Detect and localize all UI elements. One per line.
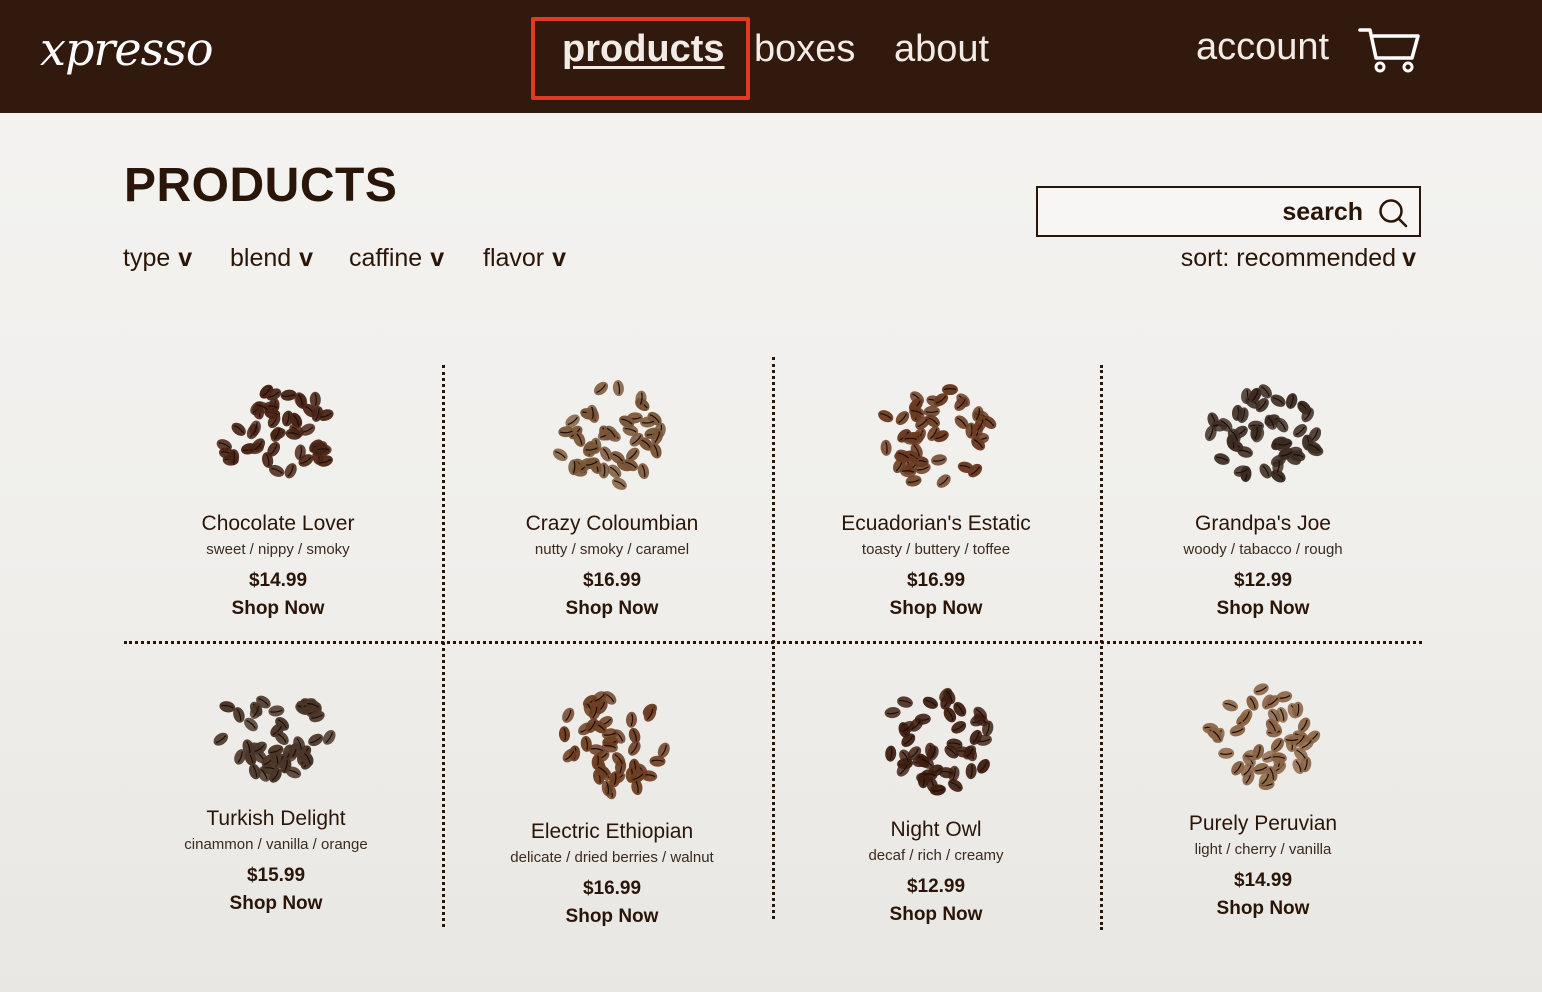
product-price: $16.99 <box>582 878 642 899</box>
product-price: $15.99 <box>246 865 306 886</box>
product-name: Turkish Delight <box>206 807 346 830</box>
product-flavor-notes: woody / tabacco / rough <box>1183 541 1343 558</box>
product-name: Grandpa's Joe <box>1195 512 1331 535</box>
product-card[interactable]: Purely Peruvian light / cherry / vanilla $… <box>1103 670 1423 920</box>
filter-caffine-dropdown[interactable]: caffine v <box>349 244 444 273</box>
coffee-beans-image[interactable] <box>1188 370 1338 502</box>
nav-link-account[interactable]: account <box>1196 26 1329 69</box>
product-name: Chocolate Lover <box>201 512 355 535</box>
product-price: $16.99 <box>582 570 642 591</box>
nav-link-boxes[interactable]: boxes <box>754 28 855 71</box>
sort-label: sort: recommended <box>1180 244 1397 272</box>
product-price: $14.99 <box>248 570 308 591</box>
grid-divider-vertical <box>442 365 445 927</box>
product-flavor-notes: delicate / dried berries / walnut <box>510 849 714 866</box>
product-flavor-notes: sweet / nippy / smoky <box>206 541 350 558</box>
nav-link-about[interactable]: about <box>894 28 989 71</box>
shop-now-button[interactable]: Shop Now <box>452 598 772 620</box>
chevron-down-icon: v <box>552 244 567 272</box>
product-card[interactable]: Night Owl decaf / rich / creamy $12.99 Shop… <box>776 676 1096 926</box>
grid-divider-horizontal <box>124 641 1422 644</box>
product-price: $16.99 <box>906 570 966 591</box>
filter-type-label: type <box>123 244 171 272</box>
product-card[interactable]: Electric Ethiopian delicate / dried berri… <box>452 678 772 928</box>
chevron-down-icon: v <box>178 244 193 272</box>
filter-blend-dropdown[interactable]: blend v <box>230 244 313 273</box>
product-flavor-notes: light / cherry / vanilla <box>1194 841 1332 858</box>
product-flavor-notes: toasty / buttery / toffee <box>861 541 1011 558</box>
coffee-beans-image[interactable] <box>861 370 1011 502</box>
shop-now-button[interactable]: Shop Now <box>776 904 1096 926</box>
product-flavor-notes: cinammon / vanilla / orange <box>184 836 368 853</box>
chevron-down-icon: v <box>430 244 445 272</box>
filter-flavor-label: flavor <box>483 244 545 272</box>
coffee-beans-image[interactable] <box>203 370 353 502</box>
search-label: search <box>1282 198 1363 226</box>
coffee-beans-image[interactable] <box>201 665 351 797</box>
chevron-down-icon: v <box>299 244 314 272</box>
coffee-beans-image[interactable] <box>861 676 1011 808</box>
nav-link-products[interactable]: products <box>562 28 725 71</box>
product-price: $12.99 <box>1233 570 1293 591</box>
coffee-beans-image[interactable] <box>1188 670 1338 802</box>
shop-now-button[interactable]: Shop Now <box>1103 898 1423 920</box>
shop-now-button[interactable]: Shop Now <box>452 906 772 928</box>
product-name: Purely Peruvian <box>1188 812 1338 835</box>
product-price: $12.99 <box>906 876 966 897</box>
filter-flavor-dropdown[interactable]: flavor v <box>483 244 566 273</box>
coffee-beans-image[interactable] <box>537 370 687 502</box>
product-name: Crazy Coloumbian <box>525 512 699 535</box>
filter-caffine-label: caffine <box>349 244 423 272</box>
product-price: $14.99 <box>1233 870 1293 891</box>
product-card[interactable]: Ecuadorian's Estatic toasty / buttery / t… <box>776 370 1096 620</box>
shop-now-button[interactable]: Shop Now <box>116 893 436 915</box>
xpresso-logo[interactable]: xpresso <box>40 22 214 76</box>
product-flavor-notes: nutty / smoky / caramel <box>534 541 690 558</box>
product-card[interactable]: Grandpa's Joe woody / tabacco / rough $12.… <box>1103 370 1423 620</box>
shop-now-button[interactable]: Shop Now <box>776 598 1096 620</box>
product-card[interactable]: Turkish Delight cinammon / vanilla / oran… <box>116 665 436 915</box>
shop-now-button[interactable]: Shop Now <box>118 598 438 620</box>
product-card[interactable]: Crazy Coloumbian nutty / smoky / caramel $… <box>452 370 772 620</box>
filter-type-dropdown[interactable]: type v <box>123 244 192 273</box>
filter-blend-label: blend <box>230 244 292 272</box>
top-navigation-bar: xpresso products boxes about account <box>0 0 1542 113</box>
chevron-down-icon: v <box>1402 244 1416 272</box>
page-title: PRODUCTS <box>124 159 398 212</box>
coffee-beans-image[interactable] <box>537 678 687 810</box>
grid-divider-vertical <box>772 357 775 919</box>
product-flavor-notes: decaf / rich / creamy <box>868 847 1004 864</box>
shopping-cart-icon[interactable] <box>1358 26 1422 74</box>
search-icon[interactable] <box>1377 197 1409 229</box>
search-input[interactable]: search <box>1036 186 1421 237</box>
product-name: Night Owl <box>890 818 982 841</box>
product-name: Electric Ethiopian <box>530 820 694 843</box>
sort-dropdown[interactable]: sort: recommended v <box>1181 244 1416 273</box>
product-card[interactable]: Chocolate Lover sweet / nippy / smoky $14.… <box>118 370 438 620</box>
product-name: Ecuadorian's Estatic <box>841 512 1031 535</box>
shop-now-button[interactable]: Shop Now <box>1103 598 1423 620</box>
